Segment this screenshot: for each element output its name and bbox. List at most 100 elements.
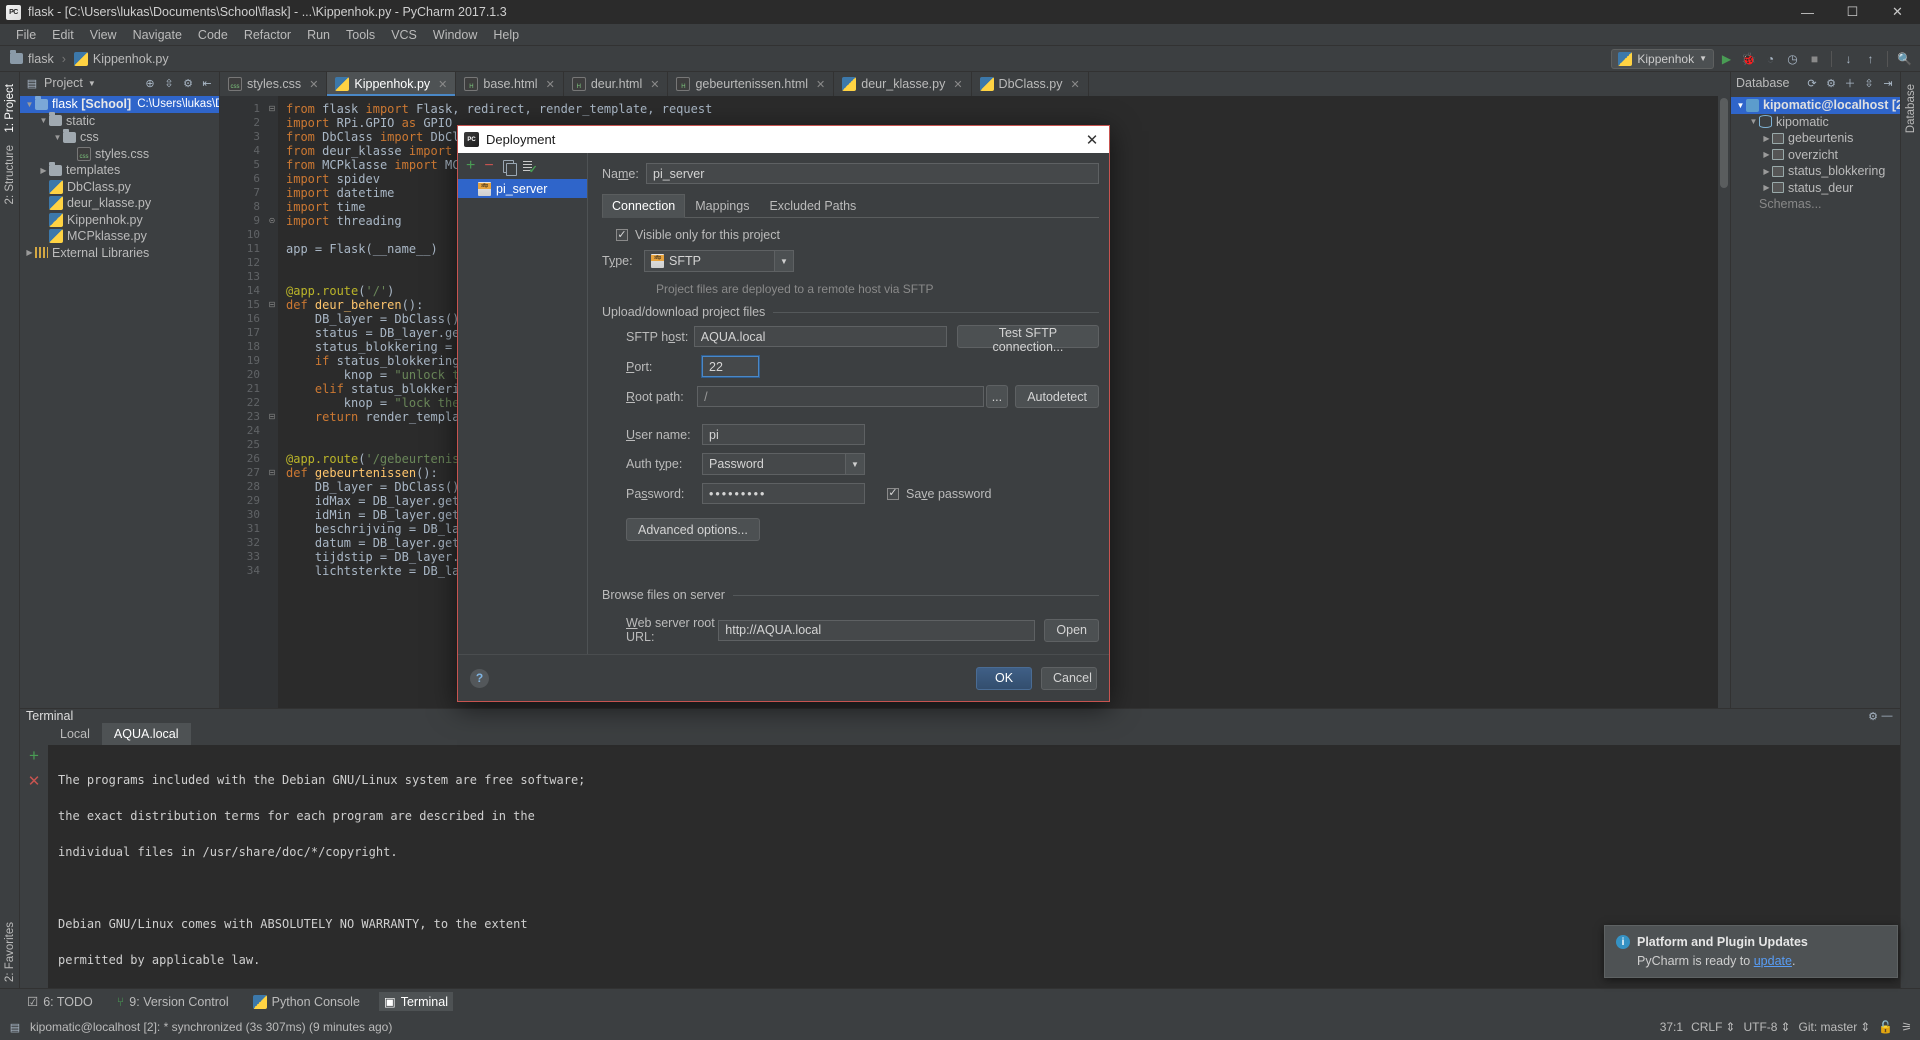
menu-code[interactable]: Code [190, 26, 236, 44]
autodetect-button[interactable]: Autodetect [1015, 385, 1099, 408]
ok-button[interactable]: OK [976, 667, 1032, 690]
auth-type-combobox[interactable]: Password ▼ [702, 453, 865, 475]
minimize-button[interactable]: — [1785, 0, 1830, 24]
expand-arrow-icon[interactable]: ▼ [24, 100, 35, 109]
lock-icon[interactable]: 🔓 [1878, 1020, 1893, 1034]
copy-icon[interactable] [503, 160, 514, 173]
visible-only-row[interactable]: Visible only for this project [616, 228, 1099, 242]
name-input[interactable] [646, 163, 1099, 184]
add-server-button[interactable]: + [466, 158, 475, 174]
close-tab-icon[interactable]: ✕ [546, 78, 555, 91]
password-input[interactable] [702, 483, 865, 504]
auth-chevron-down-icon[interactable]: ▼ [845, 454, 864, 474]
project-tree-item[interactable]: DbClass.py [20, 179, 219, 196]
sidebar-item-structure[interactable]: 2: Structure [2, 139, 18, 210]
sidebar-item-database[interactable]: Database [1903, 78, 1919, 139]
port-input[interactable] [702, 356, 759, 377]
set-default-icon[interactable] [523, 160, 536, 173]
toolwindow-version-control[interactable]: ⑂ 9: Version Control [112, 993, 234, 1011]
editor-tab-bar[interactable]: cssstyles.css✕Kippenhok.py✕Hbase.html✕Hd… [220, 72, 1730, 96]
close-tab-icon[interactable]: ✕ [438, 78, 447, 91]
db-refresh-icon[interactable]: ⟳ [1805, 76, 1819, 90]
editor-tab[interactable]: Kippenhok.py✕ [327, 72, 456, 96]
server-list-item[interactable]: pi_server [458, 179, 587, 198]
menu-vcs[interactable]: VCS [383, 26, 425, 44]
editor-tab[interactable]: DbClass.py✕ [972, 72, 1089, 96]
expand-arrow-icon[interactable]: ▶ [24, 248, 35, 257]
editor-tab[interactable]: Hgebeurtenissen.html✕ [668, 72, 834, 96]
maximize-button[interactable]: ☐ [1830, 0, 1875, 24]
fold-marker[interactable]: ⊟ [266, 466, 278, 480]
vcs-commit-button[interactable]: ↑ [1861, 49, 1880, 68]
project-tree-item[interactable]: ▶External Libraries [20, 245, 219, 262]
close-tab-icon[interactable]: ✕ [816, 78, 825, 91]
close-tab-icon[interactable]: ✕ [309, 78, 318, 91]
web-url-input[interactable] [718, 620, 1035, 641]
expand-arrow-icon[interactable]: ▶ [1761, 183, 1772, 192]
toolwindow-terminal[interactable]: ▣ Terminal [379, 992, 453, 1011]
project-tree-item[interactable]: Kippenhok.py [20, 212, 219, 229]
menu-help[interactable]: Help [485, 26, 527, 44]
close-tab-icon[interactable]: ✕ [650, 78, 659, 91]
menu-view[interactable]: View [82, 26, 125, 44]
advanced-options-button[interactable]: Advanced options... [626, 518, 760, 541]
test-connection-button[interactable]: Test SFTP connection... [957, 325, 1099, 348]
expand-arrow-icon[interactable]: ▶ [1761, 167, 1772, 176]
project-tree-item[interactable]: deur_klasse.py [20, 195, 219, 212]
breadcrumb-project[interactable]: flask [28, 52, 54, 66]
database-tree-item[interactable]: ▼kipomatic@localhost [2] [1731, 97, 1900, 114]
db-collapse-icon[interactable]: ⇳ [1862, 76, 1876, 90]
line-separator[interactable]: CRLF⇕ [1691, 1020, 1735, 1034]
database-tree-item[interactable]: ▶status_deur [1731, 180, 1900, 197]
user-name-input[interactable] [702, 424, 865, 445]
notification-popup[interactable]: i Platform and Plugin Updates PyCharm is… [1604, 925, 1898, 978]
caret-position[interactable]: 37:1 [1660, 1020, 1683, 1034]
close-window-button[interactable]: ✕ [1875, 0, 1920, 24]
db-add-icon[interactable]: ＋ [1843, 76, 1857, 90]
menu-refactor[interactable]: Refactor [236, 26, 299, 44]
terminal-hide-icon[interactable]: — [1880, 709, 1894, 723]
stop-button[interactable]: ■ [1805, 49, 1824, 68]
save-password-checkbox[interactable] [887, 488, 899, 500]
terminal-tab[interactable]: Local [48, 723, 102, 745]
search-icon[interactable]: 🔍 [1895, 49, 1914, 68]
run-configuration-selector[interactable]: Kippenhok ▼ [1611, 49, 1714, 69]
new-terminal-session-button[interactable]: + [29, 747, 39, 764]
inspection-icon[interactable]: ⚞ [1901, 1020, 1912, 1034]
sidebar-item-project[interactable]: 1: Project [2, 78, 18, 139]
toolwindow-python-console[interactable]: Python Console [248, 993, 365, 1011]
project-tree-item[interactable]: ▼flask [School]C:\Users\lukas\Docum [20, 96, 219, 113]
terminal-gear-icon[interactable]: ⚙ [1866, 709, 1880, 723]
close-tab-icon[interactable]: ✕ [953, 78, 962, 91]
visible-only-checkbox[interactable] [616, 229, 628, 241]
coverage-button[interactable]: ◔ [1761, 49, 1780, 68]
sidebar-item-favorites[interactable]: 2: Favorites [2, 916, 18, 988]
menu-edit[interactable]: Edit [44, 26, 82, 44]
menu-tools[interactable]: Tools [338, 26, 383, 44]
database-tree-item[interactable]: ▶gebeurtenis [1731, 130, 1900, 147]
project-tree-item[interactable]: ▼static [20, 113, 219, 130]
root-path-input[interactable] [697, 386, 983, 407]
project-tree-item[interactable]: MCPklasse.py [20, 228, 219, 245]
expand-arrow-icon[interactable]: ▼ [38, 116, 49, 125]
debug-button[interactable]: 🐞 [1739, 49, 1758, 68]
run-button[interactable]: ▶ [1717, 49, 1736, 68]
project-tree-item[interactable]: cssstyles.css [20, 146, 219, 163]
expand-arrow-icon[interactable]: ▼ [1735, 101, 1746, 110]
editor-tab[interactable]: Hdeur.html✕ [564, 72, 669, 96]
db-hide-icon[interactable]: ⇥ [1881, 76, 1895, 90]
tab-connection[interactable]: Connection [602, 194, 685, 218]
fold-marker[interactable]: ⊟ [266, 410, 278, 424]
type-combobox[interactable]: SFTP ▼ [644, 250, 794, 272]
hide-panel-icon[interactable]: ⇤ [200, 76, 214, 90]
scrollbar-thumb[interactable] [1720, 98, 1728, 188]
fold-marker[interactable]: ⊟ [266, 102, 278, 116]
editor-tab[interactable]: Hbase.html✕ [456, 72, 563, 96]
vcs-update-button[interactable]: ↓ [1839, 49, 1858, 68]
database-tree-item[interactable]: ▶overzicht [1731, 147, 1900, 164]
update-link[interactable]: update [1754, 954, 1792, 968]
remove-server-button[interactable]: − [484, 158, 493, 174]
git-branch[interactable]: Git: master⇕ [1799, 1020, 1871, 1034]
toolwindow-todo[interactable]: ☑ 6: TODO [22, 992, 98, 1011]
terminal-tab-bar[interactable]: LocalAQUA.local [48, 723, 1900, 745]
